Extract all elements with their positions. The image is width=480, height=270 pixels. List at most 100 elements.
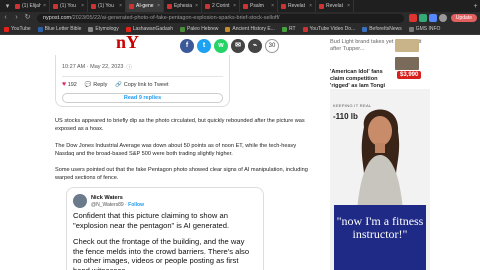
browser-tab[interactable]: (1) You × — [88, 0, 126, 12]
embedded-tweet: Nick Waters @N_Waters89 · Follow Confide… — [66, 187, 264, 270]
bookmark-favicon-icon — [408, 26, 414, 32]
like-button[interactable]: ♥ 192 — [62, 81, 77, 88]
tab-close-icon[interactable]: × — [119, 0, 122, 12]
bookmark-item[interactable]: YouTube — [4, 26, 31, 32]
tab-close-icon[interactable]: × — [43, 0, 46, 12]
tab-label: (1) You — [98, 3, 114, 9]
ad-label: KEEPING IT REAL — [333, 103, 372, 108]
sidebar-story-thumbnail[interactable] — [395, 39, 419, 52]
browser-tab[interactable]: Ephesia × — [164, 0, 202, 12]
heart-icon: ♥ — [62, 81, 67, 88]
tab-label: (1) Elijah — [22, 3, 42, 9]
bookmark-item[interactable]: RT — [281, 26, 296, 32]
bookmark-label: Paleo Hebrew — [187, 26, 219, 32]
bookmark-item[interactable]: BeforeItsNews — [362, 26, 402, 32]
browser-tab[interactable]: AI-gene × — [126, 0, 164, 12]
browser-tab[interactable]: Revelat × — [278, 0, 316, 12]
bookmark-favicon-icon — [180, 26, 186, 32]
update-button[interactable]: Update — [450, 14, 477, 22]
bookmark-favicon-icon — [88, 26, 94, 32]
price-badge[interactable]: $3,990 — [397, 71, 422, 79]
bookmark-favicon-icon — [37, 26, 43, 32]
tab-close-icon[interactable]: × — [81, 0, 84, 12]
tab-close-icon[interactable]: × — [233, 0, 236, 12]
bookmark-item[interactable]: Etymology — [88, 26, 119, 32]
profile-icon[interactable] — [438, 14, 447, 22]
extension-icon[interactable] — [428, 14, 437, 22]
follow-button[interactable]: Follow — [128, 202, 144, 208]
url-input[interactable]: nypost.com/2023/05/22/ai-generated-photo… — [37, 13, 404, 23]
browser-tab[interactable]: (1) Elijah × — [12, 0, 50, 12]
bookmark-favicon-icon — [225, 26, 231, 32]
reload-icon[interactable]: ↻ — [22, 12, 33, 24]
bookmark-item[interactable]: Ancient History E... — [225, 26, 275, 32]
tab-favicon-icon — [281, 3, 286, 9]
tab-label: Ephesia — [174, 3, 193, 9]
tab-close-icon[interactable]: × — [157, 0, 160, 12]
bookmark-label: YouTube Video Do... — [309, 26, 356, 32]
tab-favicon-icon — [205, 3, 210, 9]
email-share-icon[interactable]: ✉ — [231, 39, 245, 53]
new-tab-icon[interactable]: + — [471, 2, 480, 11]
bookmark-favicon-icon — [362, 26, 368, 32]
extension-icon[interactable] — [408, 14, 417, 22]
bookmarks-bar: YouTube Blue Letter Bible Etymology Lashawa… — [0, 24, 480, 35]
tweet-timestamp[interactable]: 10:27 AM · May 22, 2023 — [62, 64, 123, 70]
browser-tab[interactable]: (1) You × — [50, 0, 88, 12]
extension-icon[interactable] — [418, 14, 427, 22]
avatar[interactable] — [73, 194, 87, 208]
article-paragraph: Some users pointed out that the fake Pen… — [55, 167, 308, 181]
ad-tagline: "now I'm a fitness instructor!" — [334, 205, 426, 270]
tweet-body: Confident that this picture claiming to … — [73, 211, 257, 270]
tweet-author-handle[interactable]: @N_Waters89 — [91, 202, 124, 208]
facebook-share-icon[interactable]: f — [180, 39, 194, 53]
tab-close-icon[interactable]: × — [347, 0, 350, 12]
tab-close-icon[interactable]: × — [309, 0, 312, 12]
tweet-timestamp-row: 10:27 AM · May 22, 2023 ⓘ — [62, 63, 223, 71]
sidebar-story-thumbnail[interactable] — [395, 57, 419, 70]
bookmark-label: GMS INFO — [415, 26, 441, 32]
tab-label: Revelat — [326, 3, 343, 9]
tab-favicon-icon — [129, 3, 134, 9]
bookmark-item[interactable]: Blue Letter Bible — [37, 26, 81, 32]
tab-label: Psalm — [250, 3, 264, 9]
bookmark-label: Ancient History E... — [232, 26, 275, 32]
copy-link-button[interactable]: 🔗 Copy link to Tweet — [115, 82, 168, 88]
info-icon[interactable]: ⓘ — [126, 63, 132, 71]
address-bar-row: ‹ › ↻ nypost.com/2023/05/22/ai-generated… — [0, 12, 480, 24]
browser-tab[interactable]: 2 Corint × — [202, 0, 240, 12]
bookmark-item[interactable]: LashawanGadash — [125, 26, 174, 32]
comment-count[interactable]: 30 — [265, 39, 279, 53]
tweet-author-name[interactable]: Nick Waters — [91, 195, 144, 202]
bookmark-label: LashawanGadash — [132, 26, 174, 32]
bookmark-label: YouTube — [11, 26, 31, 32]
forward-icon[interactable]: › — [11, 12, 22, 24]
tab-close-icon[interactable]: × — [195, 0, 198, 12]
tab-search-icon[interactable]: ▾ — [3, 2, 12, 11]
tweet-author: Nick Waters @N_Waters89 · Follow — [73, 194, 257, 208]
page-logo-fragment: nY — [116, 35, 140, 52]
tab-label: 2 Corint — [212, 3, 230, 9]
bookmark-item[interactable]: YouTube Video Do... — [302, 26, 356, 32]
link-share-icon[interactable]: ⌁ — [248, 39, 262, 53]
twitter-share-icon[interactable]: t — [197, 39, 211, 53]
read-replies-button[interactable]: Read 9 replies — [62, 93, 223, 103]
tab-favicon-icon — [15, 3, 20, 9]
tab-close-icon[interactable]: × — [271, 0, 274, 12]
reply-button[interactable]: 💬 Reply — [85, 82, 107, 88]
like-count: 192 — [67, 82, 77, 88]
browser-tab[interactable]: Psalm × — [240, 0, 278, 12]
tab-label: Revelat — [288, 3, 305, 9]
tab-favicon-icon — [167, 3, 172, 9]
bookmark-favicon-icon — [4, 26, 9, 32]
whatsapp-share-icon[interactable]: w — [214, 39, 228, 53]
tweet-actions: ♥ 192 💬 Reply 🔗 Copy link to Tweet — [62, 81, 223, 88]
tweet-author-text: Nick Waters @N_Waters89 · Follow — [91, 195, 144, 208]
url-host: nypost.com — [43, 14, 72, 21]
browser-tab[interactable]: Revelat × — [316, 0, 354, 12]
back-icon[interactable]: ‹ — [0, 12, 11, 24]
advertisement[interactable]: KEEPING IT REAL -110 lb "now I'm a fitne… — [330, 89, 430, 270]
bookmark-item[interactable]: GMS INFO — [408, 26, 441, 32]
bookmark-item[interactable]: Paleo Hebrew — [180, 26, 218, 32]
reply-icon: 💬 — [84, 81, 92, 88]
